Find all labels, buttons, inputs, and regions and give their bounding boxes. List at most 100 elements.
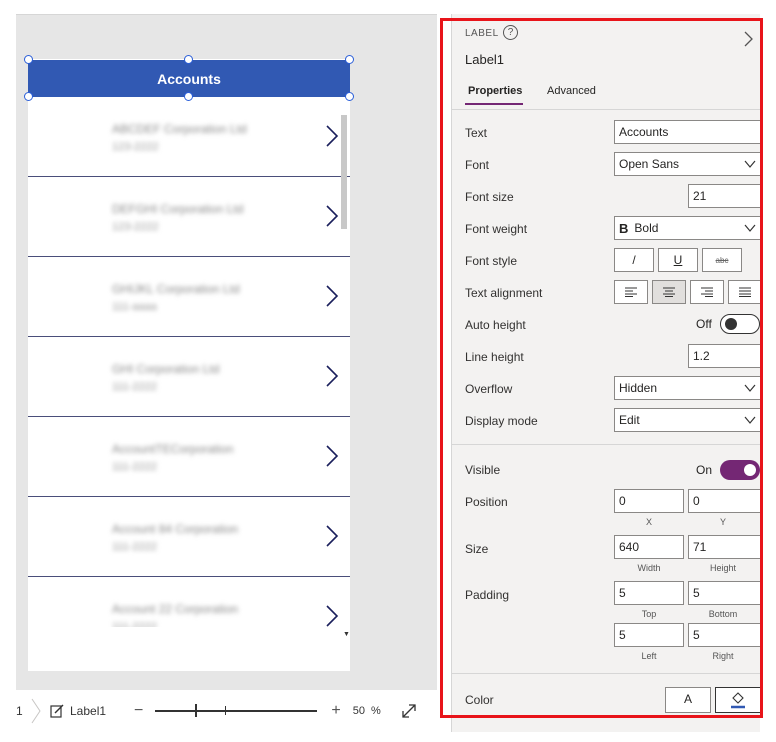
align-left-button[interactable] bbox=[614, 280, 648, 304]
resize-handle-top-left[interactable] bbox=[24, 55, 33, 64]
gallery-row-title: DEFGHI Corporation Ltd bbox=[112, 202, 244, 216]
chevron-right-icon[interactable] bbox=[324, 445, 340, 467]
breadcrumb-screen-index[interactable]: 1 bbox=[16, 704, 30, 718]
padding-left-input[interactable]: 5 bbox=[614, 623, 684, 647]
size-height-caption: Height bbox=[709, 563, 736, 573]
visible-state: On bbox=[696, 463, 713, 477]
gallery-row[interactable]: AccountTECorporation 111-2222 bbox=[28, 417, 350, 497]
position-x-input[interactable]: 0 bbox=[614, 489, 684, 513]
position-y-caption: Y bbox=[719, 517, 726, 527]
padding-top-value: 5 bbox=[619, 586, 626, 600]
line-height-property-label: Line height bbox=[465, 350, 524, 364]
gallery-row-title: Account 84 Corporation bbox=[112, 522, 239, 536]
help-icon[interactable]: ? bbox=[503, 25, 518, 40]
zoom-slider-thumb[interactable] bbox=[195, 704, 198, 717]
font-weight-dropdown[interactable]: B Bold bbox=[614, 216, 761, 240]
padding-bottom-input[interactable]: 5 bbox=[688, 581, 761, 605]
chevron-right-icon[interactable] bbox=[324, 525, 340, 547]
chevron-down-icon bbox=[744, 224, 756, 232]
resize-handle-bottom-left[interactable] bbox=[24, 92, 33, 101]
text-input[interactable]: Accounts bbox=[614, 120, 761, 144]
gallery-row[interactable]: GHI Corporation Ltd 111-2222 bbox=[28, 337, 350, 417]
breadcrumb-selected-control[interactable]: Label1 bbox=[70, 704, 106, 718]
tab-advanced[interactable]: Advanced bbox=[547, 85, 596, 97]
line-height-input[interactable]: 1.2 bbox=[688, 344, 761, 368]
font-size-property-label: Font size bbox=[465, 190, 514, 204]
strikethrough-button[interactable]: abc bbox=[702, 248, 742, 272]
tab-properties[interactable]: Properties bbox=[468, 85, 522, 97]
gallery-row[interactable]: Account 22 Corporation 111-2222 bbox=[28, 577, 350, 627]
fit-to-window-icon[interactable] bbox=[401, 703, 417, 719]
underline-button[interactable]: U bbox=[658, 248, 698, 272]
size-width-caption: Width bbox=[637, 563, 661, 573]
padding-right-caption: Right bbox=[712, 651, 734, 661]
gallery-row[interactable]: DEFGHI Corporation Ltd 123-2222 bbox=[28, 177, 350, 257]
padding-bottom-caption: Bottom bbox=[708, 609, 738, 619]
font-size-input[interactable]: 21 bbox=[688, 184, 761, 208]
text-property-label: Text bbox=[465, 126, 488, 140]
zoom-in-button[interactable]: + bbox=[331, 702, 340, 720]
chevron-right-icon[interactable] bbox=[324, 365, 340, 387]
display-mode-dropdown[interactable]: Edit bbox=[614, 408, 761, 432]
scroll-down-icon[interactable]: ▼ bbox=[343, 631, 350, 638]
gallery-row-title: GHI Corporation Ltd bbox=[112, 362, 220, 376]
chevron-right-icon[interactable] bbox=[324, 125, 340, 147]
gallery-row[interactable]: ABCDEF Corporation Ltd 123-2222 bbox=[28, 97, 350, 177]
position-y-value: 0 bbox=[693, 494, 700, 508]
gallery-row-subtitle: 123-2222 bbox=[112, 221, 159, 233]
chevron-down-icon bbox=[744, 416, 756, 424]
fill-color-button[interactable] bbox=[715, 687, 761, 713]
zoom-out-button[interactable]: − bbox=[134, 702, 143, 720]
chevron-right-icon[interactable] bbox=[324, 605, 340, 627]
resize-handle-top-center[interactable] bbox=[184, 55, 193, 64]
size-property-label: Size bbox=[465, 542, 489, 556]
resize-handle-top-right[interactable] bbox=[345, 55, 354, 64]
chevron-right-icon[interactable] bbox=[324, 285, 340, 307]
resize-handle-bottom-right[interactable] bbox=[345, 92, 354, 101]
text-input-value: Accounts bbox=[619, 125, 669, 139]
position-y-input[interactable]: 0 bbox=[688, 489, 761, 513]
align-left-icon bbox=[625, 287, 637, 297]
gallery-row[interactable]: Account 84 Corporation 111-2222 bbox=[28, 497, 350, 577]
overflow-property-label: Overflow bbox=[465, 382, 513, 396]
align-justify-icon bbox=[739, 287, 751, 297]
gallery-row[interactable]: GHIJKL Corporation Ltd 111-aaaa bbox=[28, 257, 350, 337]
text-color-icon: A bbox=[683, 692, 692, 708]
accounts-gallery[interactable]: ABCDEF Corporation Ltd 123-2222 DEFGHI Cor… bbox=[28, 97, 350, 627]
gallery-row-title: Account 22 Corporation bbox=[112, 602, 239, 616]
overflow-dropdown[interactable]: Hidden bbox=[614, 376, 761, 400]
zoom-slider-track bbox=[155, 710, 318, 712]
paint-bucket-icon bbox=[731, 692, 745, 709]
italic-button[interactable]: / bbox=[614, 248, 654, 272]
padding-top-caption: Top bbox=[641, 609, 657, 619]
chevron-right-icon[interactable] bbox=[324, 205, 340, 227]
resize-handle-bottom-center[interactable] bbox=[184, 92, 193, 101]
font-dropdown-value: Open Sans bbox=[619, 157, 680, 171]
zoom-value: 50 bbox=[352, 705, 365, 717]
control-name[interactable]: Label1 bbox=[465, 52, 504, 67]
properties-panel: LABEL ? Label1 Properties Advanced Text … bbox=[451, 14, 762, 732]
size-width-input[interactable]: 640 bbox=[614, 535, 684, 559]
font-dropdown[interactable]: Open Sans bbox=[614, 152, 761, 176]
padding-top-input[interactable]: 5 bbox=[614, 581, 684, 605]
toggle-knob bbox=[744, 464, 756, 476]
italic-icon: / bbox=[632, 253, 636, 267]
bold-icon: B bbox=[619, 220, 629, 236]
gallery-row-subtitle: 111-aaaa bbox=[112, 301, 157, 313]
edit-icon bbox=[50, 704, 64, 718]
font-weight-value: Bold bbox=[634, 221, 659, 235]
position-x-value: 0 bbox=[619, 494, 626, 508]
align-justify-button[interactable] bbox=[728, 280, 762, 304]
zoom-unit: % bbox=[370, 705, 381, 717]
align-right-button[interactable] bbox=[690, 280, 724, 304]
padding-right-input[interactable]: 5 bbox=[688, 623, 761, 647]
align-center-button[interactable] bbox=[652, 280, 686, 304]
visible-toggle[interactable] bbox=[720, 460, 760, 480]
auto-height-toggle[interactable] bbox=[720, 314, 760, 334]
zoom-slider[interactable] bbox=[155, 701, 318, 721]
size-height-input[interactable]: 71 bbox=[688, 535, 761, 559]
chevron-down-icon bbox=[744, 160, 756, 168]
chevron-right-icon[interactable] bbox=[743, 31, 753, 47]
gallery-scrollbar[interactable] bbox=[341, 115, 347, 229]
text-color-button[interactable]: A bbox=[665, 687, 711, 713]
